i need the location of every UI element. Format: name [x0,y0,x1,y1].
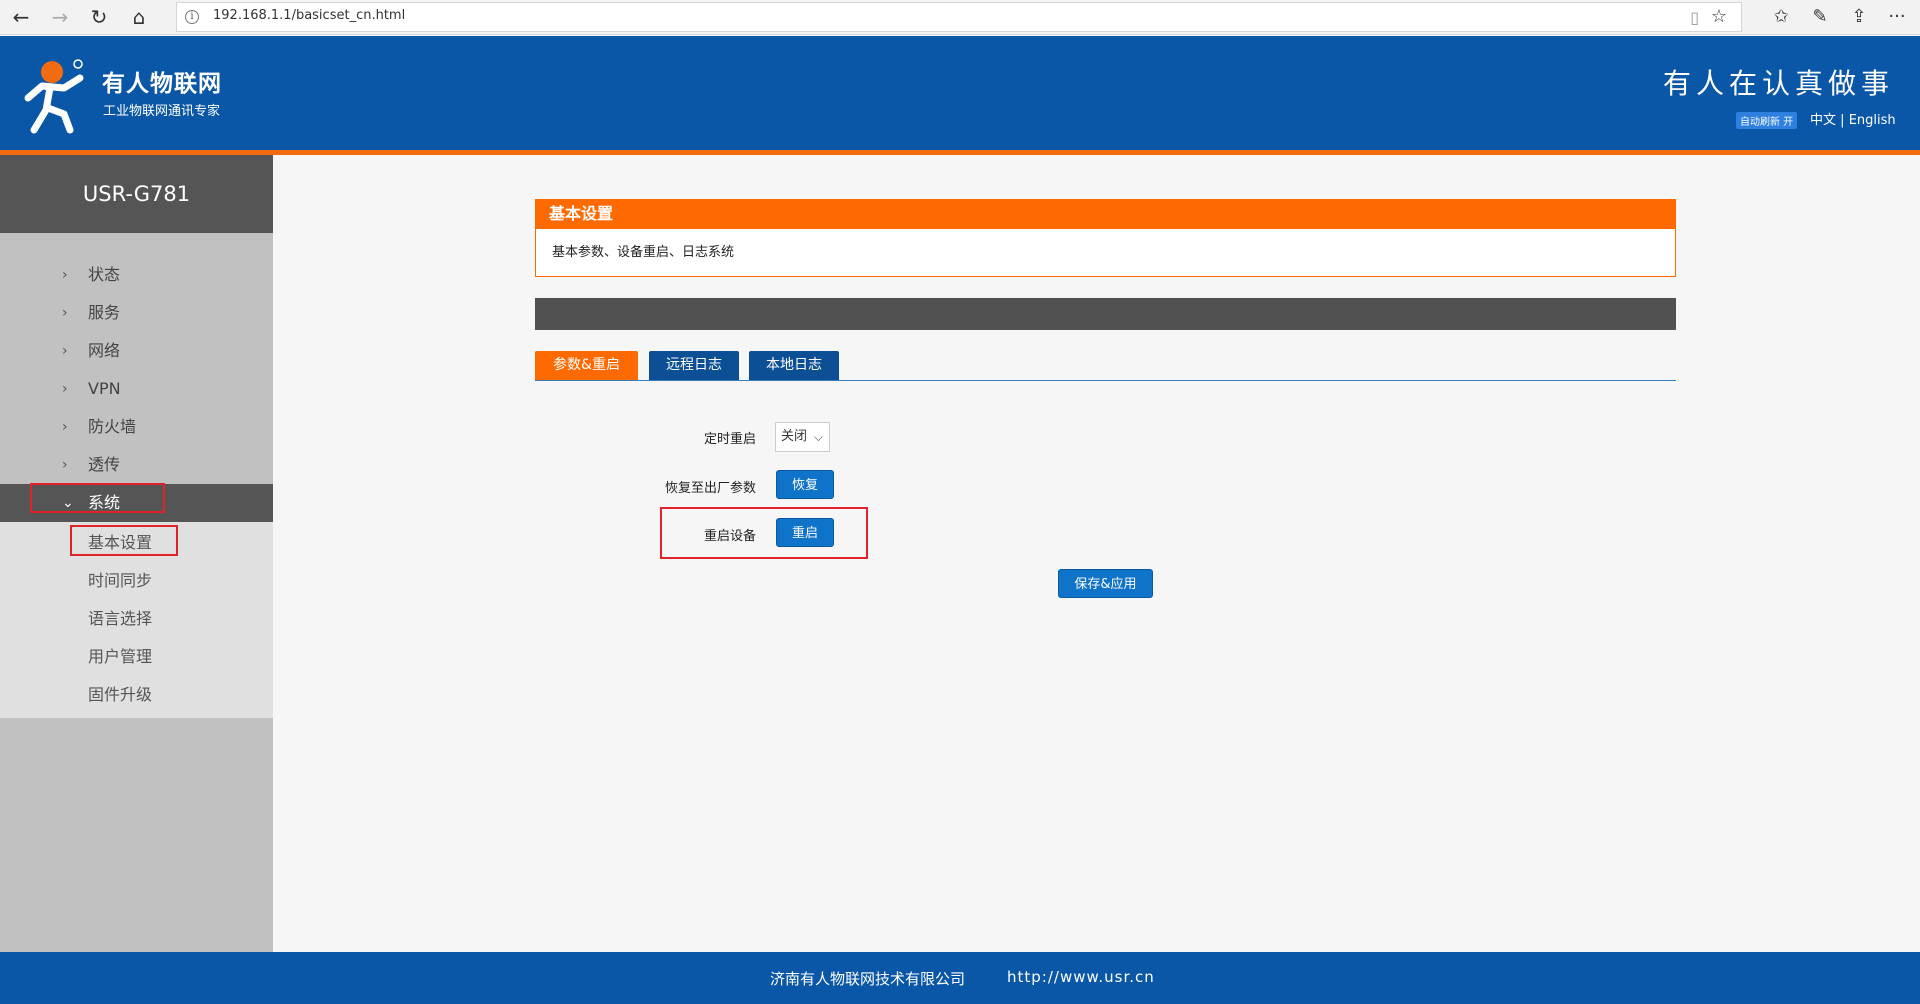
auto-refresh-toggle[interactable]: 自动刷新 开 [1736,112,1798,129]
tab-params-reboot[interactable]: 参数&重启 [535,351,638,380]
sidebar-item-network[interactable]: › 网络 [0,332,273,370]
chevron-right-icon: › [62,305,68,321]
back-icon[interactable]: ← [6,4,36,30]
restore-button[interactable]: 恢复 [776,470,834,499]
sidebar-subitem-user-management[interactable]: 用户管理 [0,638,273,676]
share-icon[interactable]: ⇪ [1844,4,1874,30]
chevron-down-icon: ⌵ [813,430,823,444]
reboot-button[interactable]: 重启 [776,518,834,547]
sidebar-item-firewall[interactable]: › 防火墙 [0,408,273,446]
header-slogan: 有人在认真做事 [1662,67,1894,100]
address-bar[interactable]: i 192.168.1.1/basicset_cn.html ▯ ☆ [176,2,1742,32]
highlight-box-system [30,483,165,513]
sidebar-item-service[interactable]: › 服务 [0,294,273,332]
chevron-right-icon: › [62,267,68,283]
footer-company: 济南有人物联网技术有限公司 [770,970,966,988]
footer-url[interactable]: http://www.usr.cn [1007,968,1155,986]
sidebar-subitem-firmware-upgrade[interactable]: 固件升级 [0,676,273,714]
panel-description: 基本参数、设备重启、日志系统 [535,229,1676,277]
chevron-right-icon: › [62,419,68,435]
site-header: 有人物联网 工业物联网通讯专家 有人在认真做事 自动刷新 开 中文 | Engl… [0,36,1920,152]
favorite-star-icon[interactable]: ☆ [1711,6,1727,27]
sidebar-item-transparent[interactable]: › 透传 [0,446,273,484]
chevron-right-icon: › [62,381,68,397]
sidebar-subitem-language[interactable]: 语言选择 [0,600,273,638]
sidebar-item-label: VPN [88,379,121,398]
chevron-right-icon: › [62,343,68,359]
favorites-icon[interactable]: ✩ [1766,4,1796,30]
restore-factory-label: 恢复至出厂参数 [664,481,756,496]
browser-toolbar: ← → ↻ ⌂ i 192.168.1.1/basicset_cn.html ▯… [0,0,1920,35]
info-icon[interactable]: i [185,10,199,24]
header-accent-stripe [0,150,1920,155]
sidebar-item-label: 透传 [88,455,121,474]
url-text[interactable]: 192.168.1.1/basicset_cn.html [213,8,405,23]
tab-local-log[interactable]: 本地日志 [749,351,839,380]
forward-icon[interactable]: → [45,4,75,30]
reboot-timer-value: 关闭 [781,429,808,444]
chevron-right-icon: › [62,457,68,473]
brand-name: 有人物联网 [102,71,222,97]
save-apply-button[interactable]: 保存&应用 [1058,569,1153,598]
reboot-timer-select[interactable]: 关闭 ⌵ [775,422,830,452]
highlight-box-basic-settings [70,525,178,556]
reading-view-icon[interactable]: ▯ [1690,8,1699,27]
device-model: USR-G781 [0,155,273,233]
usr-logo-icon [24,59,84,134]
tab-remote-log[interactable]: 远程日志 [649,351,739,380]
sidebar-item-vpn[interactable]: › VPN [0,370,273,408]
reboot-timer-label: 定时重启 [703,432,756,447]
lang-english-link[interactable]: English [1849,113,1896,128]
sidebar-item-label: 状态 [88,265,121,284]
section-divider-bar [535,298,1676,330]
brand-tagline: 工业物联网通讯专家 [103,104,221,119]
sidebar-item-status[interactable]: › 状态 [0,256,273,294]
reboot-device-label: 重启设备 [703,529,756,544]
home-icon[interactable]: ⌂ [124,4,154,30]
site-footer: 济南有人物联网技术有限公司 http://www.usr.cn [0,952,1920,1004]
sidebar-item-label: 防火墙 [88,417,137,436]
panel-title: 基本设置 [535,199,1676,229]
lang-chinese-link[interactable]: 中文 [1810,113,1836,128]
tab-bar: 参数&重启 远程日志 本地日志 [535,351,1676,381]
refresh-icon[interactable]: ↻ [84,4,114,30]
sidebar-item-label: 网络 [88,341,121,360]
sidebar-subitem-time-sync[interactable]: 时间同步 [0,562,273,600]
pen-icon[interactable]: ✎ [1805,4,1835,30]
sidebar-item-label: 服务 [88,303,121,322]
more-icon[interactable]: ··· [1882,4,1912,30]
language-switch: 中文 | English [1810,109,1896,128]
lang-separator: | [1840,113,1845,128]
